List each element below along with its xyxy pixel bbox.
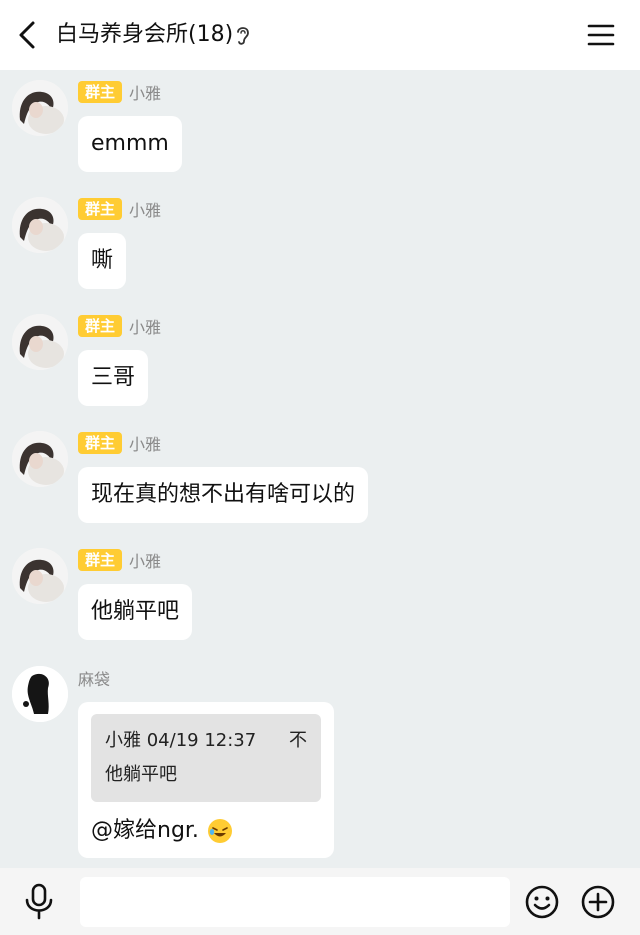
avatar[interactable] — [12, 431, 68, 487]
sender-meta: 群主 小雅 — [78, 548, 161, 572]
sender-name: 小雅 — [129, 318, 162, 337]
sender-meta: 群主 小雅 — [78, 431, 161, 455]
message-bubble[interactable]: 三哥 — [78, 350, 149, 406]
mention-line: @嫁给ngr. — [91, 816, 321, 846]
sender-name: 麻袋 — [78, 670, 111, 689]
message-bubble[interactable]: 他躺平吧 — [78, 584, 193, 640]
owner-badge: 群主 — [78, 81, 123, 103]
owner-badge: 群主 — [78, 315, 123, 337]
owner-badge: 群主 — [78, 198, 123, 220]
sender-name: 小雅 — [129, 552, 162, 571]
menu-icon[interactable] — [586, 22, 616, 48]
message-bubble[interactable]: emmm — [78, 116, 182, 172]
sender-name: 小雅 — [129, 435, 162, 454]
owner-badge: 群主 — [78, 549, 123, 571]
quote-text: 他躺平吧 — [105, 764, 177, 785]
avatar[interactable] — [12, 666, 68, 722]
quote-header: 小雅 04/19 12:37 — [105, 730, 257, 751]
avatar[interactable] — [12, 80, 68, 136]
microphone-icon[interactable] — [22, 882, 56, 920]
chat-area[interactable]: 群主 小雅 emmm 群主 小雅 嘶 群主 小雅 三哥 群主 小雅 现在真的想不… — [0, 70, 640, 868]
laughing-emoji-icon — [207, 819, 232, 843]
sender-meta: 群主 小雅 — [78, 314, 161, 338]
input-bar — [0, 868, 640, 935]
owner-badge: 群主 — [78, 432, 123, 454]
message-bubble[interactable]: 嘶 — [78, 233, 127, 289]
page-title: 白马养身会所(18) — [56, 22, 234, 47]
sender-name: 小雅 — [129, 84, 162, 103]
chevron-left-icon[interactable] — [14, 19, 44, 51]
avatar[interactable] — [12, 197, 68, 253]
smile-icon[interactable] — [524, 884, 560, 920]
sender-meta: 群主 小雅 — [78, 80, 161, 104]
avatar[interactable] — [12, 548, 68, 604]
message-input[interactable] — [80, 877, 510, 927]
sender-meta: 群主 小雅 — [78, 197, 161, 221]
mention-text: @嫁给ngr. — [91, 818, 199, 843]
message-bubble[interactable]: 现在真的想不出有啥可以的 — [78, 467, 369, 523]
header-bar: 白马养身会所(18) — [0, 0, 640, 70]
message-bubble[interactable]: 小雅 04/19 12:37 他躺平吧 不 @嫁给ngr. — [78, 702, 334, 858]
sender-name: 小雅 — [129, 201, 162, 220]
ear-icon — [237, 27, 249, 45]
quote-pin-glyph[interactable]: 不 — [289, 724, 307, 758]
avatar[interactable] — [12, 314, 68, 370]
sender-meta: 麻袋 — [78, 666, 110, 690]
plus-circle-icon[interactable] — [580, 884, 616, 920]
quoted-message[interactable]: 小雅 04/19 12:37 他躺平吧 不 — [91, 714, 321, 802]
